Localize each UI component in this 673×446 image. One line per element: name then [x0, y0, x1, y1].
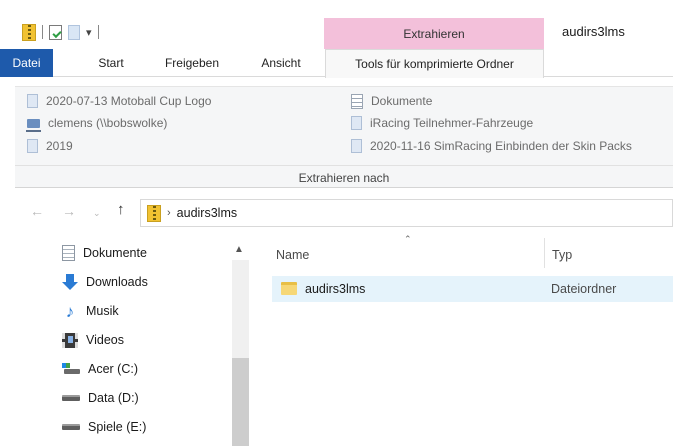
- extract-destination-label: Dokumente: [371, 94, 433, 108]
- title-bar: ▾ Extrahieren audirs3lms: [0, 0, 673, 50]
- window-title: audirs3lms: [562, 24, 625, 39]
- folder-icon: [27, 94, 38, 108]
- extract-destination-item[interactable]: iRacing Teilnehmer-Fahrzeuge: [351, 114, 533, 132]
- ribbon-tabs: Datei Start Freigeben Ansicht Tools für …: [0, 49, 673, 78]
- toolbar-separator: [42, 25, 43, 39]
- folder-icon: [351, 139, 362, 153]
- extract-destination-label: 2020-07-13 Motoball Cup Logo: [46, 94, 212, 108]
- system-drive-icon: [62, 363, 80, 375]
- extract-destination-item[interactable]: 2020-11-16 SimRacing Einbinden der Skin …: [351, 137, 632, 155]
- zip-folder-icon: [22, 23, 36, 41]
- extract-destination-label: clemens (\\bobswolke): [48, 116, 168, 130]
- nav-item-downloads[interactable]: Downloads: [62, 271, 148, 293]
- file-name: audirs3lms: [305, 282, 366, 296]
- tab-file[interactable]: Datei: [0, 49, 53, 77]
- up-arrow-icon[interactable]: ↑: [117, 201, 125, 218]
- nav-item-drive-c[interactable]: Acer (C:): [62, 358, 138, 380]
- navigation-pane: Dokumente Downloads ♪ Musik Videos Acer …: [0, 232, 252, 446]
- back-arrow-icon[interactable]: ←: [30, 203, 44, 219]
- column-header-name[interactable]: Name: [276, 248, 309, 262]
- extract-destination-label: iRacing Teilnehmer-Fahrzeuge: [370, 116, 534, 130]
- scroll-up-arrow-icon[interactable]: ▲: [234, 244, 244, 255]
- scrollbar-thumb[interactable]: [232, 358, 249, 446]
- toolbar-separator: [97, 25, 99, 39]
- folder-icon: [351, 116, 362, 130]
- recent-locations-chevron-icon[interactable]: ⌄: [93, 208, 101, 219]
- properties-icon[interactable]: [49, 24, 62, 40]
- nav-item-documents[interactable]: Dokumente: [62, 242, 147, 264]
- extract-destination-item[interactable]: Dokumente: [351, 92, 432, 110]
- nav-item-label: Data (D:): [88, 391, 139, 405]
- nav-item-label: Videos: [86, 333, 124, 347]
- nav-item-drive-d[interactable]: Data (D:): [62, 387, 139, 409]
- network-drive-icon: [26, 118, 41, 132]
- contextual-tab-header-label: Extrahieren: [403, 27, 465, 41]
- extract-destination-item[interactable]: 2020-07-13 Motoball Cup Logo: [27, 92, 211, 110]
- extract-destination-label: 2020-11-16 SimRacing Einbinden der Skin …: [370, 139, 632, 153]
- forward-arrow-icon[interactable]: →: [62, 203, 76, 219]
- nav-item-label: Acer (C:): [88, 362, 138, 376]
- nav-item-label: Dokumente: [83, 246, 147, 260]
- file-list: ⌃ Name Typ audirs3lms Dateiordner: [252, 232, 673, 446]
- nav-item-videos[interactable]: Videos: [62, 329, 124, 351]
- column-header-row: ⌃ Name Typ: [252, 232, 673, 272]
- folder-icon: [281, 282, 297, 295]
- contextual-tab-header: Extrahieren: [324, 18, 544, 50]
- nav-item-drive-e[interactable]: Spiele (E:): [62, 416, 146, 438]
- column-header-type[interactable]: Typ: [552, 248, 572, 262]
- videos-icon: [62, 332, 78, 348]
- ribbon-extract-panel: 2020-07-13 Motoball Cup Logo clemens (\\…: [15, 86, 673, 188]
- ribbon-group-divider: [15, 165, 673, 166]
- extract-destination-label: 2019: [46, 139, 73, 153]
- tab-start[interactable]: Start: [84, 49, 138, 77]
- nav-item-music[interactable]: ♪ Musik: [62, 300, 119, 322]
- nav-item-label: Spiele (E:): [88, 420, 147, 434]
- quick-access-toolbar: ▾: [22, 22, 99, 42]
- address-bar[interactable]: › audirs3lms: [140, 199, 673, 227]
- tab-compressed-folder-tools[interactable]: Tools für komprimierte Ordner: [325, 49, 544, 78]
- file-type: Dateiordner: [551, 282, 617, 296]
- breadcrumb-chevron-icon[interactable]: ›: [167, 207, 171, 219]
- drive-icon: [62, 395, 80, 401]
- documents-icon: [62, 245, 75, 261]
- extract-destination-item[interactable]: clemens (\\bobswolke): [26, 114, 168, 132]
- music-icon: ♪: [65, 301, 75, 321]
- extract-destination-item[interactable]: 2019: [27, 137, 73, 155]
- ribbon-group-label: Extrahieren nach: [298, 171, 390, 185]
- folder-icon: [27, 139, 38, 153]
- file-row[interactable]: audirs3lms Dateiordner: [272, 276, 673, 302]
- zip-folder-icon: [147, 204, 161, 222]
- tab-view[interactable]: Ansicht: [251, 49, 311, 77]
- drive-icon: [62, 424, 80, 430]
- nav-item-label: Musik: [86, 304, 119, 318]
- documents-icon: [351, 93, 363, 109]
- column-divider[interactable]: [544, 238, 545, 268]
- breadcrumb-current[interactable]: audirs3lms: [177, 206, 237, 220]
- new-folder-icon[interactable]: [68, 24, 80, 40]
- navigation-bar: ← → ⌄ ↑ › audirs3lms: [0, 195, 673, 231]
- nav-item-label: Downloads: [86, 275, 148, 289]
- tab-share[interactable]: Freigeben: [152, 49, 232, 77]
- sort-ascending-icon: ⌃: [404, 234, 412, 244]
- downloads-icon: [62, 273, 78, 291]
- customize-toolbar-chevron-icon[interactable]: ▾: [86, 26, 92, 39]
